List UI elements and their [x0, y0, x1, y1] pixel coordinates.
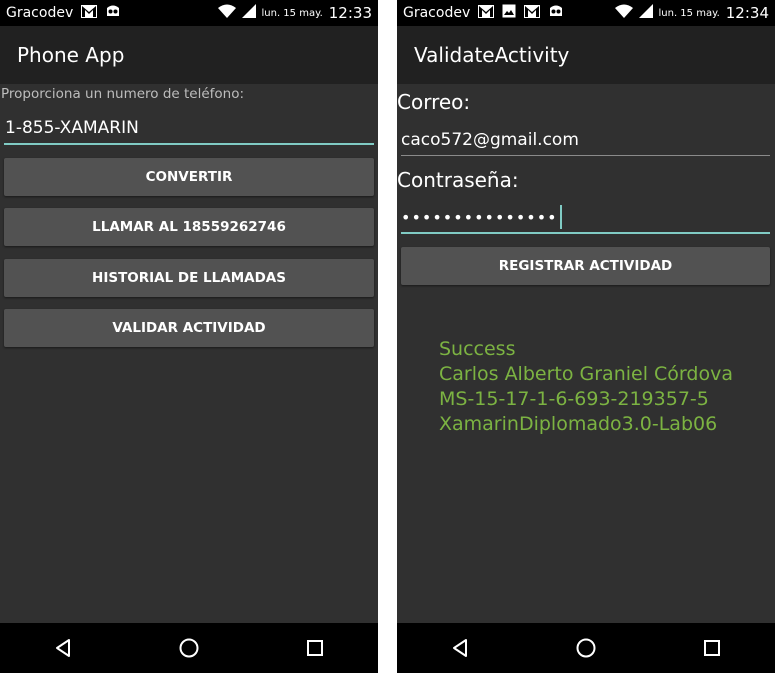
home-icon[interactable] — [169, 628, 209, 668]
action-bar: ValidateActivity — [397, 26, 775, 84]
result-device: MS-15-17-1-6-693-219357-5 — [439, 388, 709, 410]
convert-button[interactable]: CONVERTIR — [4, 158, 374, 196]
status-date: lun. 15 may. — [658, 7, 720, 19]
action-bar: Phone App — [0, 26, 378, 84]
back-icon[interactable] — [43, 628, 83, 668]
status-bar: Gracodev lun. 15 may. 12:33 — [0, 0, 378, 26]
gmail-icon — [478, 4, 495, 22]
carrier-label: Gracodev — [6, 5, 74, 21]
status-bar: Gracodev lun. 15 may. 12:34 — [397, 0, 775, 26]
navigation-bar — [0, 623, 378, 673]
signal-icon — [241, 4, 256, 22]
text-caret — [559, 205, 562, 229]
phone-number-input[interactable]: 1-855-XAMARIN — [4, 115, 374, 145]
password-mask: ••••••••••••••• — [401, 207, 558, 227]
validate-activity-screen: Gracodev lun. 15 may. 12:34 ValidateActi… — [397, 0, 775, 673]
page-title: ValidateActivity — [414, 43, 570, 67]
android-debug-icon — [105, 4, 121, 22]
email-label: Correo: — [397, 90, 471, 114]
carrier-label: Gracodev — [403, 5, 471, 21]
result-status: Success — [439, 338, 516, 360]
wifi-icon — [614, 4, 633, 22]
page-title: Phone App — [17, 43, 125, 67]
image-icon — [502, 4, 516, 22]
home-icon[interactable] — [566, 628, 606, 668]
navigation-bar — [397, 623, 775, 673]
result-text: Success Carlos Alberto Graniel Córdova M… — [439, 337, 733, 437]
back-icon[interactable] — [440, 628, 480, 668]
register-activity-button[interactable]: REGISTRAR ACTIVIDAD — [401, 247, 770, 285]
phone-prompt-label: Proporciona un numero de teléfono: — [1, 86, 245, 102]
password-label: Contraseña: — [397, 168, 519, 192]
gmail-icon — [524, 4, 541, 22]
status-time: 12:34 — [725, 4, 769, 22]
status-date: lun. 15 may. — [261, 7, 323, 19]
recents-icon[interactable] — [692, 628, 732, 668]
recents-icon[interactable] — [295, 628, 335, 668]
call-button[interactable]: LLAMAR AL 18559262746 — [4, 208, 374, 246]
result-name: Carlos Alberto Graniel Córdova — [439, 363, 733, 385]
android-debug-icon — [548, 4, 564, 22]
validate-activity-button[interactable]: VALIDAR ACTIVIDAD — [4, 309, 374, 347]
password-field[interactable]: ••••••••••••••• — [401, 202, 770, 234]
phone-app-screen: Gracodev lun. 15 may. 12:33 Phone App Pr… — [0, 0, 378, 673]
result-lab: XamarinDiplomado3.0-Lab06 — [439, 413, 718, 435]
call-history-button[interactable]: HISTORIAL DE LLAMADAS — [4, 259, 374, 297]
signal-icon — [638, 4, 653, 22]
status-time: 12:33 — [328, 4, 372, 22]
gmail-icon — [81, 4, 98, 22]
wifi-icon — [217, 4, 236, 22]
email-field[interactable]: caco572@gmail.com — [401, 126, 770, 156]
